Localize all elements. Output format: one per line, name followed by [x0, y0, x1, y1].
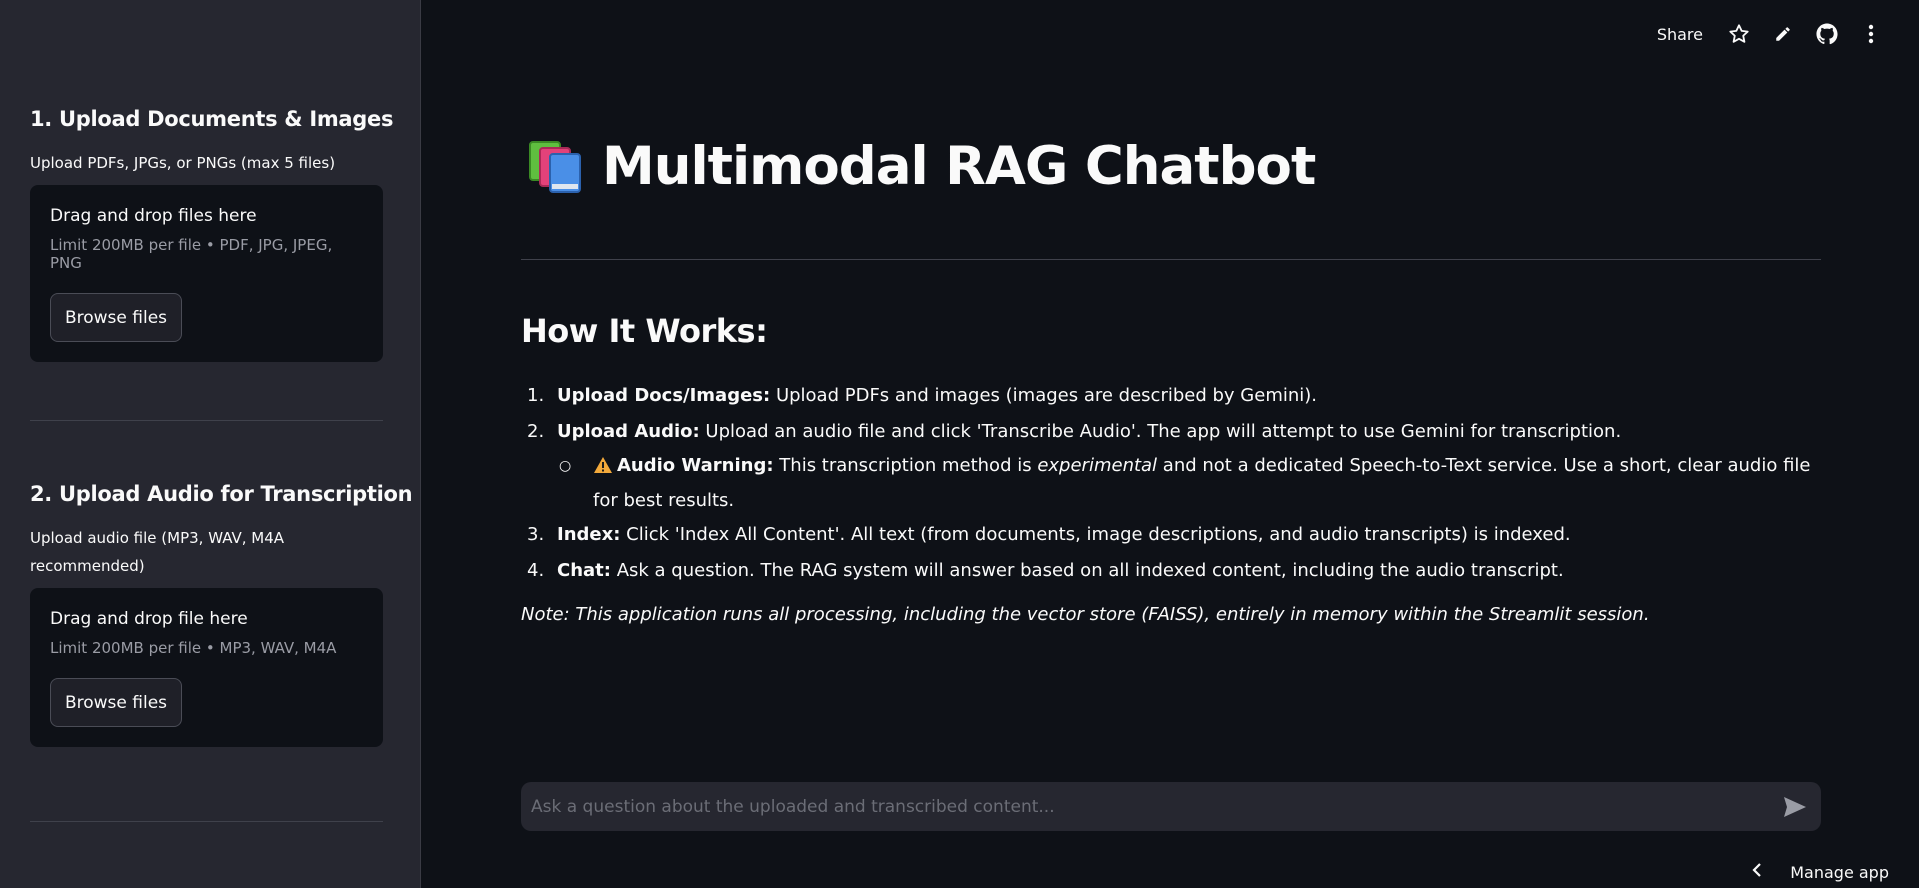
- step-number: 3.: [527, 524, 545, 545]
- pencil-icon[interactable]: [1765, 16, 1801, 52]
- step-text: Ask a question. The RAG system will answ…: [610, 560, 1564, 581]
- main-divider: [521, 259, 1821, 260]
- step-number: 1.: [527, 385, 545, 406]
- step-text: Click 'Index All Content'. All text (fro…: [620, 524, 1571, 545]
- upload-docs-label: Upload PDFs, JPGs, or PNGs (max 5 files): [30, 154, 336, 172]
- list-item: 2. Upload Audio: Upload an audio file an…: [521, 414, 1821, 450]
- github-icon[interactable]: [1809, 16, 1845, 52]
- browse-audio-button[interactable]: Browse files: [50, 678, 182, 727]
- list-item: 3. Index: Click 'Index All Content'. All…: [521, 517, 1821, 553]
- note-text: Note: This application runs all processi…: [521, 604, 1650, 625]
- dropzone-limit: Limit 200MB per file • MP3, WAV, M4A: [50, 639, 337, 657]
- upload-audio-label-line1: Upload audio file (MP3, WAV, M4A: [30, 529, 285, 547]
- step-bold: Upload Docs/Images:: [557, 385, 771, 406]
- circle-bullet-icon: ○: [559, 458, 572, 474]
- steps-list: 1. Upload Docs/Images: Upload PDFs and i…: [521, 378, 1821, 589]
- list-item: 4. Chat: Ask a question. The RAG system …: [521, 553, 1821, 589]
- step-bold: Index:: [557, 524, 621, 545]
- warning-bold: Audio Warning:: [617, 455, 774, 476]
- how-it-works-heading: How It Works:: [521, 312, 768, 350]
- sidebar: 1. Upload Documents & Images Upload PDFs…: [0, 0, 421, 888]
- books-icon: [528, 140, 586, 194]
- star-icon[interactable]: [1721, 16, 1757, 52]
- top-toolbar: Share: [1647, 16, 1889, 52]
- step-text: Upload an audio file and click 'Transcri…: [699, 421, 1622, 442]
- chevron-left-icon: [1752, 862, 1762, 882]
- upload-audio-label-line2: recommended): [30, 557, 145, 575]
- dropzone-title: Drag and drop file here: [50, 609, 248, 629]
- manage-app-label: Manage app: [1790, 862, 1889, 882]
- title-row: Multimodal RAG Chatbot: [528, 136, 1316, 197]
- upload-docs-section: 1. Upload Documents & Images Upload PDFs…: [30, 107, 393, 362]
- send-icon[interactable]: [1769, 782, 1821, 831]
- sidebar-divider: [30, 821, 383, 822]
- more-vertical-icon[interactable]: [1853, 16, 1889, 52]
- step-number: 2.: [527, 421, 545, 442]
- manage-app-button[interactable]: Manage app: [1752, 862, 1889, 882]
- warning-italic: experimental: [1037, 455, 1158, 476]
- sidebar-divider: [30, 420, 383, 421]
- step-bold: Upload Audio:: [557, 421, 700, 442]
- step-text: Upload PDFs and images (images are descr…: [770, 385, 1318, 406]
- section-title-docs: 1. Upload Documents & Images: [30, 107, 394, 131]
- warning-icon: [593, 453, 613, 485]
- page-title: Multimodal RAG Chatbot: [602, 136, 1316, 197]
- docs-dropzone[interactable]: Drag and drop files here Limit 200MB per…: [30, 185, 383, 362]
- audio-dropzone[interactable]: Drag and drop file here Limit 200MB per …: [30, 588, 383, 747]
- browse-docs-button[interactable]: Browse files: [50, 293, 182, 342]
- share-button[interactable]: Share: [1647, 17, 1713, 52]
- warning-text-before: This transcription method is: [773, 455, 1038, 476]
- warning-list-item: ○ Audio Warning: This transcription meth…: [521, 450, 1821, 517]
- list-item: 1. Upload Docs/Images: Upload PDFs and i…: [521, 378, 1821, 414]
- dropzone-limit: Limit 200MB per file • PDF, JPG, JPEG, P…: [50, 236, 333, 272]
- step-bold: Chat:: [557, 560, 611, 581]
- step-number: 4.: [527, 560, 545, 581]
- section-title-audio: 2. Upload Audio for Transcription: [30, 482, 413, 506]
- upload-audio-section: 2. Upload Audio for Transcription Upload…: [30, 482, 413, 747]
- chat-input-bar: [521, 782, 1821, 831]
- chat-input[interactable]: [521, 782, 1769, 831]
- dropzone-title: Drag and drop files here: [50, 206, 257, 226]
